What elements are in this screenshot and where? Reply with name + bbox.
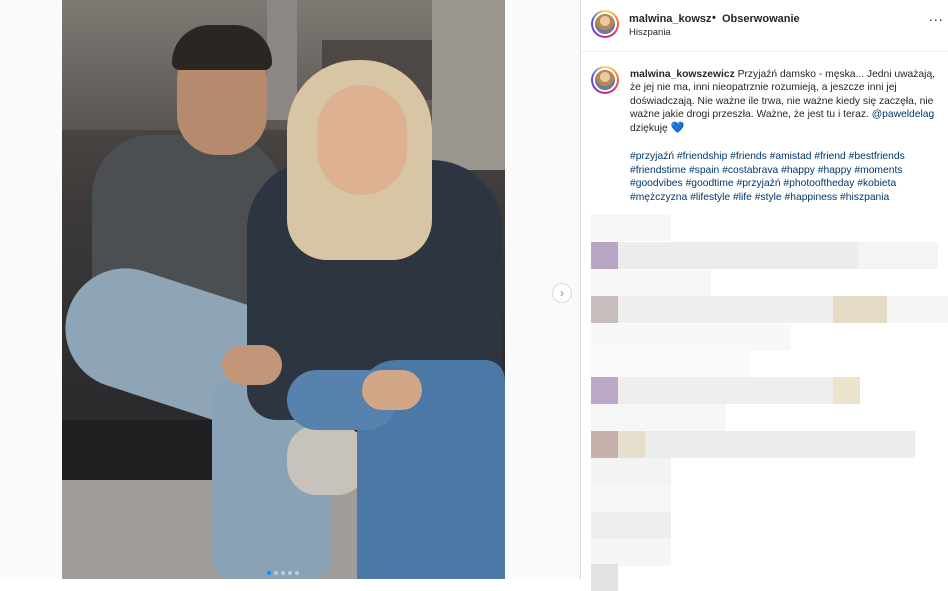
carousel-dot [267, 571, 271, 575]
follow-button[interactable]: Obserwowanie [722, 13, 800, 25]
avatar-image [593, 12, 617, 36]
post-sidebar: malwina_kowszev • Obserwowanie Hiszpania… [581, 0, 948, 591]
carousel-dot [274, 571, 278, 575]
blue-heart-icon: 💙 [670, 121, 685, 134]
avatar-image [593, 68, 617, 92]
username-link[interactable]: malwina_kowszev [629, 13, 711, 25]
caption-end: dziękuję [630, 122, 671, 134]
post-photo[interactable] [62, 0, 505, 579]
post-header: malwina_kowszev • Obserwowanie Hiszpania… [581, 0, 948, 52]
caption-avatar[interactable] [591, 66, 619, 94]
left-gutter [0, 0, 62, 579]
separator-dot: • [712, 12, 716, 24]
carousel-indicator [267, 571, 299, 575]
more-options-icon[interactable]: ... [929, 8, 944, 24]
avatar[interactable] [591, 10, 619, 38]
carousel-dot [288, 571, 292, 575]
location-link[interactable]: Hiszpania [629, 27, 671, 38]
carousel-dot [295, 571, 299, 575]
hashtags[interactable]: #przyjaźń #friendship #friends #amistad … [630, 150, 948, 204]
caption-username[interactable]: malwina_kowszewicz [630, 69, 735, 80]
mention-link[interactable]: @paweldelag [872, 109, 935, 120]
carousel-dot [281, 571, 285, 575]
blurred-comments [591, 214, 948, 591]
caption-text: malwina_kowszewicz Przyjaźń damsko - męs… [630, 68, 948, 135]
chevron-right-icon[interactable]: › [552, 283, 572, 303]
